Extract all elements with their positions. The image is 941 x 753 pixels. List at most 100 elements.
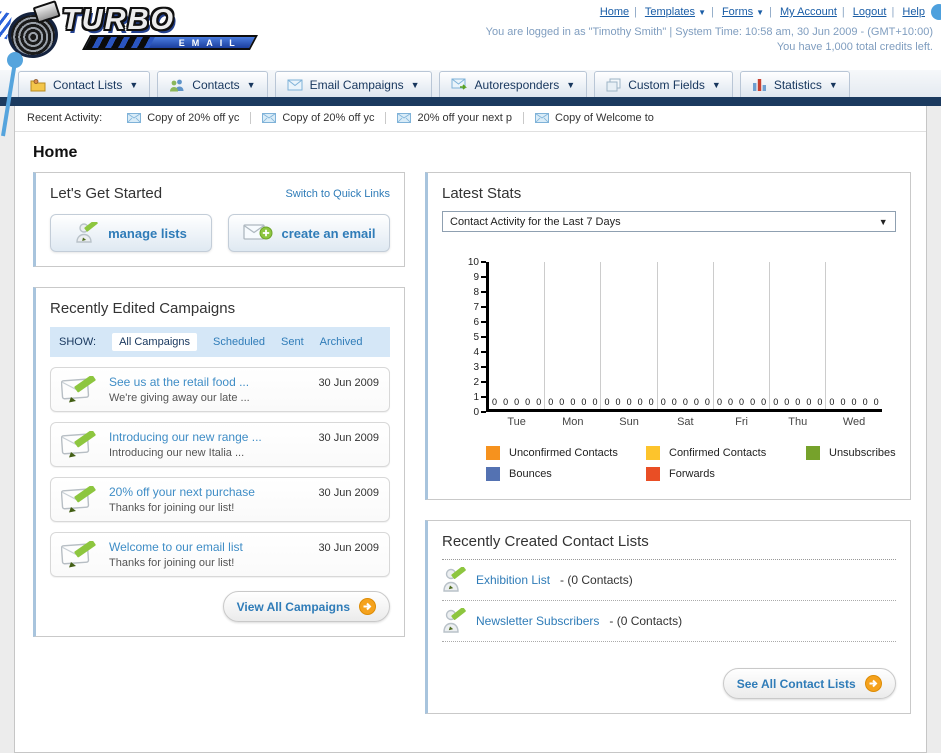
y-axis-tick: 9	[456, 271, 486, 283]
tab-label: Custom Fields	[628, 77, 705, 92]
show-label: SHOW:	[59, 336, 97, 348]
campaign-item[interactable]: Introducing our new range ... Introducin…	[50, 422, 390, 467]
manage-lists-button[interactable]: manage lists	[50, 214, 212, 252]
contacts-icon	[170, 79, 184, 91]
y-axis-tick: 1	[456, 391, 486, 403]
header-link-logout[interactable]: Logout	[853, 6, 887, 18]
campaign-title-link[interactable]: See us at the retail food ...	[109, 375, 308, 389]
filter-sent[interactable]: Sent	[281, 336, 304, 348]
chart-value-labels: 00000	[716, 397, 767, 407]
contact-activity-chart: 10 9 8 7 6 5 4 3 2 1 0 0 0 0 0 0 Tue 0 0 0 0 0 Mon 0 0 0 0 0 Sun 0 0 0…	[456, 257, 882, 428]
legend-item: Unsubscribes	[806, 446, 896, 460]
header-link-home[interactable]: Home	[600, 6, 629, 18]
contact-list-link[interactable]: Exhibition List	[476, 573, 550, 587]
legend-item: Bounces	[486, 467, 646, 481]
x-axis-label: Tue	[507, 416, 526, 428]
campaign-title-link[interactable]: Welcome to our email list	[109, 540, 308, 554]
link-separator: |	[769, 5, 772, 18]
chevron-down-icon: ▼	[129, 79, 139, 90]
main-navigation: Contact Lists ▼ Contacts ▼ Email Campaigns…	[0, 70, 941, 97]
logo-stripes	[85, 37, 155, 48]
tab-contact-lists[interactable]: Contact Lists ▼	[18, 71, 151, 97]
header: TURBO EMAIL Home | Templates ▼ | Forms ▼ | …	[0, 0, 941, 137]
chart-day-group: 0 0 0 0 0 Fri	[714, 262, 771, 428]
campaign-title-link[interactable]: 20% off your next purchase	[109, 485, 308, 499]
tab-autoresponders[interactable]: Autoresponders ▼	[438, 71, 588, 97]
recent-activity-bar: Recent Activity: Copy of 20% off yc Copy…	[15, 106, 926, 132]
header-link-forms[interactable]: Forms	[722, 6, 753, 18]
tab-contacts[interactable]: Contacts ▼	[157, 71, 268, 97]
chevron-down-icon: ▼	[410, 79, 420, 90]
campaigns-title: Recently Edited Campaigns	[50, 300, 236, 317]
chevron-down-icon: ▼	[246, 79, 256, 90]
tab-email-campaigns[interactable]: Email Campaigns ▼	[274, 71, 432, 97]
recent-activity-title: Recent Activity:	[27, 112, 103, 124]
campaign-list: See us at the retail food ... We're givi…	[50, 367, 390, 577]
y-axis-tick: 4	[456, 346, 486, 358]
login-info: You are logged in as "Timothy Smith" | S…	[486, 25, 933, 55]
recent-activity-item[interactable]: 20% off your next p	[385, 112, 523, 124]
legend-swatch	[486, 467, 500, 481]
recent-activity-item[interactable]: Copy of 20% off yc	[250, 112, 385, 124]
filter-all-campaigns[interactable]: All Campaigns	[112, 333, 197, 351]
chevron-down-icon: ▼	[698, 7, 707, 17]
lets-get-started-panel: Let's Get Started Switch to Quick Links …	[33, 172, 405, 267]
custom-fields-icon	[606, 78, 621, 91]
campaign-date: 30 Jun 2009	[318, 542, 379, 554]
legend-label: Forwards	[669, 468, 715, 480]
chart-day-group: 0 0 0 0 0 Thu	[770, 262, 827, 428]
get-started-buttons: manage lists create an email	[50, 214, 390, 252]
create-an-email-button[interactable]: create an email	[228, 214, 390, 252]
help-bubble-icon[interactable]	[931, 4, 941, 20]
app-logo[interactable]: TURBO EMAIL	[5, 4, 258, 61]
recent-activity-item[interactable]: Copy of Welcome to	[523, 112, 665, 124]
chart-value-labels: 00000	[548, 397, 598, 407]
content-columns: Let's Get Started Switch to Quick Links …	[15, 172, 926, 734]
arrow-right-icon	[864, 675, 882, 692]
campaign-title-link[interactable]: Introducing our new range ...	[109, 430, 308, 444]
campaign-item[interactable]: Welcome to our email list Thanks for joi…	[50, 532, 390, 577]
credits-status: You have 1,000 total credits left.	[776, 41, 933, 53]
chart-value-labels: 00000	[773, 397, 823, 407]
stats-report-dropdown[interactable]: Contact Activity for the Last 7 Days ▼	[442, 211, 896, 232]
contact-list-link[interactable]: Newsletter Subscribers	[476, 614, 599, 628]
header-link-help[interactable]: Help	[902, 6, 925, 18]
chevron-down-icon: ▼	[756, 7, 765, 17]
filter-scheduled[interactable]: Scheduled	[213, 336, 265, 348]
y-axis-tick: 6	[456, 316, 486, 328]
chevron-down-icon: ▼	[711, 79, 721, 90]
campaign-date: 30 Jun 2009	[318, 487, 379, 499]
campaign-item[interactable]: 20% off your next purchase Thanks for jo…	[50, 477, 390, 522]
legend-label: Unconfirmed Contacts	[509, 447, 618, 459]
x-axis-label: Sat	[677, 416, 694, 428]
campaign-date: 30 Jun 2009	[318, 377, 379, 389]
logo-text: TURBO EMAIL	[62, 4, 258, 50]
envelope-pencil-icon	[61, 430, 96, 457]
header-right: Home | Templates ▼ | Forms ▼ | My Account | …	[486, 4, 941, 55]
person-pencil-icon	[443, 608, 466, 633]
view-all-campaigns-button[interactable]: View All Campaigns	[222, 591, 390, 622]
create-an-email-label: create an email	[281, 225, 376, 241]
left-column: Let's Get Started Switch to Quick Links …	[33, 172, 405, 657]
y-axis-tick: 10	[456, 256, 486, 268]
contact-lists-icon	[30, 78, 46, 91]
legend-label: Bounces	[509, 468, 552, 480]
campaign-item[interactable]: See us at the retail food ... We're givi…	[50, 367, 390, 412]
campaign-text: See us at the retail food ... We're givi…	[109, 375, 308, 404]
header-link-my-account[interactable]: My Account	[780, 6, 837, 18]
tab-statistics[interactable]: Statistics ▼	[739, 71, 850, 97]
y-axis-tick: 0	[456, 406, 486, 418]
autoresponders-icon	[451, 78, 467, 90]
see-all-contact-lists-button[interactable]: See All Contact Lists	[722, 668, 896, 699]
chart-value-labels: 00000	[660, 397, 710, 407]
main-content: Recent Activity: Copy of 20% off yc Copy…	[14, 106, 927, 753]
contact-list-item: Newsletter Subscribers - (0 Contacts)	[442, 601, 896, 642]
switch-to-quick-links[interactable]: Switch to Quick Links	[285, 188, 390, 200]
statistics-icon	[752, 79, 766, 91]
legend-label: Confirmed Contacts	[669, 447, 767, 459]
filter-archived[interactable]: Archived	[320, 336, 363, 348]
recent-activity-item[interactable]: Copy of 20% off yc	[116, 112, 250, 124]
tab-custom-fields[interactable]: Custom Fields ▼	[594, 71, 733, 97]
header-link-templates[interactable]: Templates	[645, 6, 695, 18]
tab-label: Contacts	[192, 77, 240, 92]
